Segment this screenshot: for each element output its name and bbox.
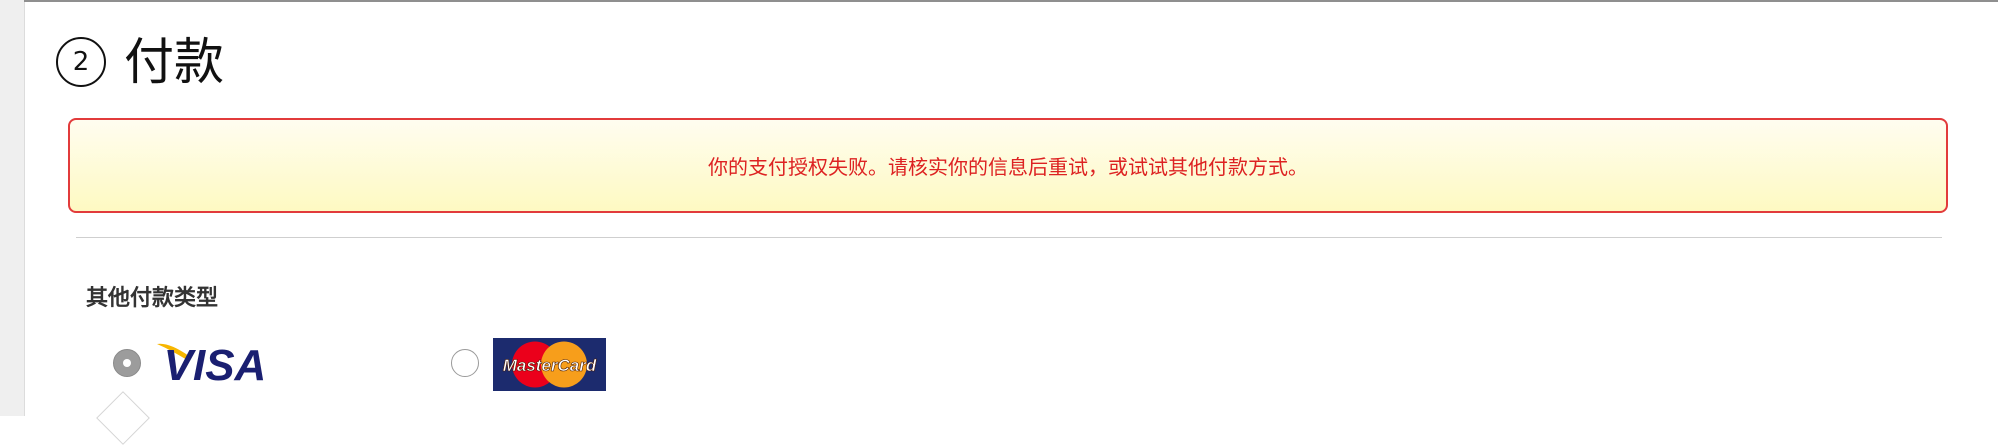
mastercard-logo-icon[interactable]: MasterCard xyxy=(493,338,606,391)
top-border xyxy=(24,0,1998,2)
visa-wordmark: VISA xyxy=(164,341,267,386)
step-number: 2 xyxy=(72,47,90,77)
error-message: 你的支付授权失败。请核实你的信息后重试，或试试其他付款方式。 xyxy=(708,155,1308,179)
radio-selected-dot xyxy=(123,359,131,367)
left-gutter xyxy=(0,0,25,416)
selection-pointer xyxy=(96,391,150,445)
section-title: 付款 xyxy=(124,33,224,91)
visa-radio[interactable] xyxy=(113,349,141,377)
mastercard-radio[interactable] xyxy=(451,349,479,377)
other-payment-label: 其他付款类型 xyxy=(86,286,219,311)
divider xyxy=(76,237,1942,238)
mastercard-wordmark: MasterCard xyxy=(503,356,597,375)
visa-logo-icon[interactable]: VISA xyxy=(155,340,267,386)
step-number-badge: 2 xyxy=(56,37,106,87)
error-banner: 你的支付授权失败。请核实你的信息后重试，或试试其他付款方式。 xyxy=(68,118,1948,213)
